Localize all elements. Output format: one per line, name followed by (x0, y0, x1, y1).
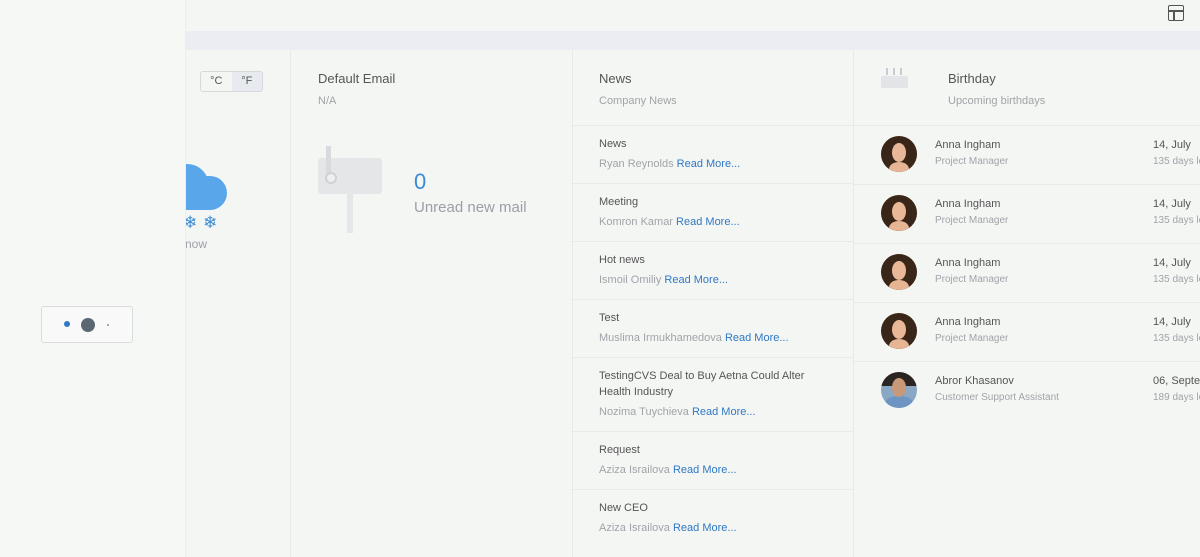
birthday-item[interactable]: Anna Ingham Project Manager 14, July 135… (854, 243, 1200, 302)
news-item-title: Request (599, 444, 640, 456)
layout-toggle-icon[interactable] (1168, 5, 1184, 21)
news-item-author: Aziza Israilova (599, 522, 670, 534)
birthday-date: 06, Septe (1153, 375, 1200, 387)
news-item-author: Ismoil Omiliy (599, 274, 662, 286)
read-more-link[interactable]: Read More... (673, 464, 737, 476)
birthday-widget-subtitle: Upcoming birthdays (948, 95, 1046, 107)
news-item-title: TestingCVS Deal to Buy Aetna Could Alter… (599, 370, 805, 398)
news-item-meta: Ismoil Omiliy Read More... (599, 272, 827, 288)
news-item-title: Meeting (599, 196, 639, 208)
birthday-person-role: Project Manager (935, 333, 1009, 344)
loader-dot (81, 318, 95, 332)
unread-mail-label: Unread new mail (414, 199, 527, 216)
fahrenheit-button[interactable]: °F (231, 72, 262, 91)
birthday-person-role: Project Manager (935, 215, 1009, 226)
birthday-item[interactable]: Anna Ingham Project Manager 14, July 135… (854, 184, 1200, 243)
birthday-item[interactable]: Abror Khasanov Customer Support Assistan… (854, 361, 1200, 420)
birthday-person-role: Customer Support Assistant (935, 392, 1059, 403)
news-widget-title: News (599, 71, 632, 86)
news-item-meta: Komron Kamar Read More... (599, 214, 827, 230)
loading-indicator (41, 306, 133, 343)
birthday-person-name: Anna Ingham (935, 139, 1001, 151)
birthday-days-left: 135 days le (1153, 215, 1200, 226)
news-item-title: New CEO (599, 502, 648, 514)
celsius-button[interactable]: °C (201, 72, 232, 91)
read-more-link[interactable]: Read More... (673, 522, 737, 534)
temperature-unit-toggle: °C °F (200, 71, 263, 92)
unread-mail-count: 0 (414, 169, 427, 194)
birthday-widget-title: Birthday (948, 71, 996, 86)
news-item: New CEO Aziza Israilova Read More... (573, 489, 853, 547)
birthday-days-left: 135 days le (1153, 333, 1200, 344)
email-widget-subtitle: N/A (318, 95, 337, 107)
birthday-cake-icon (880, 66, 910, 90)
birthday-item[interactable]: Anna Ingham Project Manager 14, July 135… (854, 302, 1200, 361)
avatar (881, 254, 917, 290)
news-item-author: Muslima Irmukhamedova (599, 332, 722, 344)
birthday-person-name: Anna Ingham (935, 198, 1001, 210)
news-item: Test Muslima Irmukhamedova Read More... (573, 299, 853, 357)
news-item-author: Aziza Israilova (599, 464, 670, 476)
news-item-author: Komron Kamar (599, 216, 673, 228)
news-item: TestingCVS Deal to Buy Aetna Could Alter… (573, 357, 853, 431)
news-item-meta: Aziza Israilova Read More... (599, 462, 827, 478)
birthday-date: 14, July (1153, 198, 1191, 210)
read-more-link[interactable]: Read More... (725, 332, 789, 344)
loader-dot (64, 321, 70, 327)
news-item-meta: Ryan Reynolds Read More... (599, 156, 827, 172)
news-item: News Ryan Reynolds Read More... (573, 125, 853, 183)
news-item-author: Nozima Tuychieva (599, 406, 689, 418)
avatar (881, 372, 917, 408)
header-band (185, 31, 1200, 50)
column-divider (290, 50, 291, 557)
birthday-days-left: 135 days le (1153, 156, 1200, 167)
cloud-snow-icon (185, 162, 227, 210)
news-item-meta: Aziza Israilova Read More... (599, 520, 827, 536)
avatar (881, 136, 917, 172)
avatar (881, 195, 917, 231)
birthday-days-left: 189 days le (1153, 392, 1200, 403)
loader-dot (107, 324, 109, 326)
news-item-author: Ryan Reynolds (599, 158, 674, 170)
birthday-date: 14, July (1153, 139, 1191, 151)
birthday-person-role: Project Manager (935, 156, 1009, 167)
read-more-link[interactable]: Read More... (677, 158, 741, 170)
news-item-title: Hot news (599, 254, 645, 266)
birthday-item[interactable]: Anna Ingham Project Manager 14, July 135… (854, 125, 1200, 184)
birthday-person-name: Abror Khasanov (935, 375, 1014, 387)
birthday-list: Anna Ingham Project Manager 14, July 135… (854, 125, 1200, 420)
birthday-person-name: Anna Ingham (935, 257, 1001, 269)
news-widget-subtitle: Company News (599, 95, 677, 107)
birthday-days-left: 135 days le (1153, 274, 1200, 285)
news-item-title: Test (599, 312, 620, 324)
news-item: Request Aziza Israilova Read More... (573, 431, 853, 489)
birthday-person-name: Anna Ingham (935, 316, 1001, 328)
news-item: Meeting Komron Kamar Read More... (573, 183, 853, 241)
birthday-date: 14, July (1153, 316, 1191, 328)
weather-status: now (185, 237, 208, 251)
news-item-title: News (599, 138, 627, 150)
news-item-meta: Nozima Tuychieva Read More... (599, 404, 827, 420)
snowflake-icon: ❄ (203, 213, 218, 232)
birthday-date: 14, July (1153, 257, 1191, 269)
news-item-meta: Muslima Irmukhamedova Read More... (599, 330, 827, 346)
read-more-link[interactable]: Read More... (664, 274, 728, 286)
news-item: Hot news Ismoil Omiliy Read More... (573, 241, 853, 299)
birthday-person-role: Project Manager (935, 274, 1009, 285)
mailbox-icon (318, 146, 383, 234)
read-more-link[interactable]: Read More... (692, 406, 756, 418)
left-sidebar-panel (0, 0, 186, 557)
news-list: News Ryan Reynolds Read More... Meeting … (573, 125, 853, 547)
read-more-link[interactable]: Read More... (676, 216, 740, 228)
email-widget-title: Default Email (318, 71, 396, 86)
avatar (881, 313, 917, 349)
